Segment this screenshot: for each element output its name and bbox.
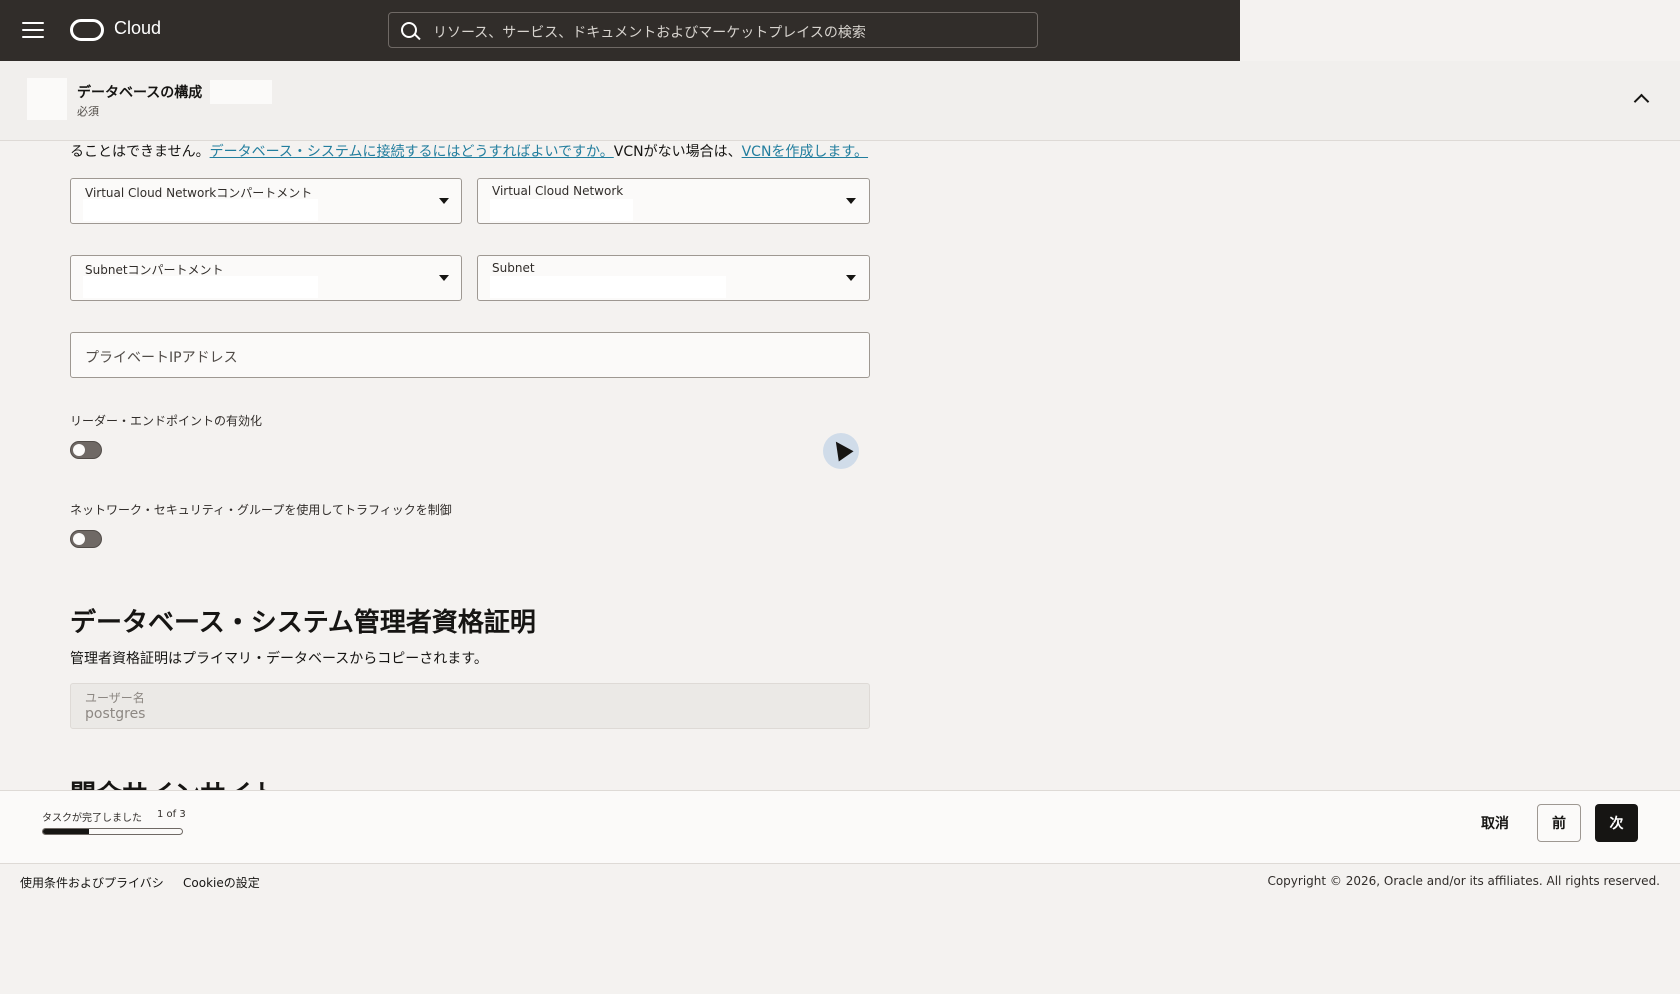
reader-endpoint-toggle[interactable] xyxy=(70,441,102,459)
cancel-button[interactable]: 取消 xyxy=(1470,805,1520,841)
cookie-settings-link[interactable]: Cookieの設定 xyxy=(183,874,260,891)
redacted-value xyxy=(83,199,318,221)
redacted-value xyxy=(490,199,633,221)
toggle-knob xyxy=(73,444,85,456)
terms-privacy-link[interactable]: 使用条件およびプライバシ xyxy=(20,874,164,891)
search-bar[interactable]: リソース、サービス、ドキュメントおよびマーケットプレイスの検索 xyxy=(388,12,1038,48)
create-vcn-link[interactable]: VCNを作成します。 xyxy=(742,144,868,160)
intro-text-before: ることはできません。 xyxy=(70,144,210,160)
credentials-heading: データベース・システム管理者資格証明 xyxy=(70,608,536,638)
connect-help-link[interactable]: データベース・システムに接続するにはどうすればよいですか。 xyxy=(210,144,614,160)
top-nav-bar: Cloud リソース、サービス、ドキュメントおよびマーケットプレイスの検索 xyxy=(0,0,1240,61)
step-icon xyxy=(27,78,67,120)
task-progress-count: 1 of 3 xyxy=(157,809,186,820)
copyright-text: Copyright © 2026, Oracle and/or its affi… xyxy=(1267,874,1660,888)
username-field: ユーザー名 postgres xyxy=(70,683,870,729)
nsg-toggle[interactable] xyxy=(70,530,102,548)
vcn-select[interactable]: Virtual Cloud Network xyxy=(477,178,870,224)
toggle-knob xyxy=(73,533,85,545)
previous-button[interactable]: 前 xyxy=(1537,804,1581,842)
required-label: 必須 xyxy=(77,105,99,118)
caret-down-icon xyxy=(439,198,449,204)
wizard-footer-bar xyxy=(0,790,1680,864)
private-ip-label: プライベートIPアドレス xyxy=(85,350,238,366)
task-progress-bar xyxy=(42,828,183,835)
section-title: データベースの構成 xyxy=(77,85,203,101)
caret-down-icon xyxy=(846,198,856,204)
username-value: postgres xyxy=(85,706,146,722)
next-section-heading: 関介サインサイト xyxy=(70,774,278,790)
hamburger-menu-icon[interactable] xyxy=(22,22,44,38)
next-button[interactable]: 次 xyxy=(1595,804,1638,842)
reader-endpoint-label: リーダー・エンドポイントの有効化 xyxy=(70,414,263,428)
redacted-area xyxy=(210,80,272,104)
credentials-description: 管理者資格証明はプライマリ・データベースからコピーされます。 xyxy=(70,651,488,667)
search-icon xyxy=(401,22,417,38)
redacted-value xyxy=(83,276,318,298)
username-label: ユーザー名 xyxy=(85,691,145,705)
subnet-select[interactable]: Subnet xyxy=(477,255,870,301)
subnet-label: Subnet xyxy=(492,261,535,275)
oracle-logo-icon[interactable] xyxy=(70,19,104,41)
next-section-heading-clip: 関介サインサイト xyxy=(70,774,470,790)
intro-text: ることはできません。データベース・システムに接続するにはどうすればよいですか。V… xyxy=(70,141,868,161)
task-progress-label: タスクが完了しました xyxy=(42,813,142,824)
task-progress-fill xyxy=(43,829,90,834)
topbar-blank-area xyxy=(1240,0,1680,61)
intro-text-middle: VCNがない場合は、 xyxy=(613,144,742,160)
caret-down-icon xyxy=(439,275,449,281)
vcn-label: Virtual Cloud Network xyxy=(492,184,624,198)
nsg-label: ネットワーク・セキュリティ・グループを使用してトラフィックを制御 xyxy=(70,503,452,517)
redacted-value xyxy=(490,276,726,298)
caret-down-icon xyxy=(846,275,856,281)
private-ip-input[interactable]: プライベートIPアドレス xyxy=(70,332,870,378)
vcn-compartment-select[interactable]: Virtual Cloud Networkコンパートメント xyxy=(70,178,462,224)
logo-text[interactable]: Cloud xyxy=(114,18,161,39)
search-input[interactable]: リソース、サービス、ドキュメントおよびマーケットプレイスの検索 xyxy=(433,22,866,42)
subnet-compartment-select[interactable]: Subnetコンパートメント xyxy=(70,255,462,301)
